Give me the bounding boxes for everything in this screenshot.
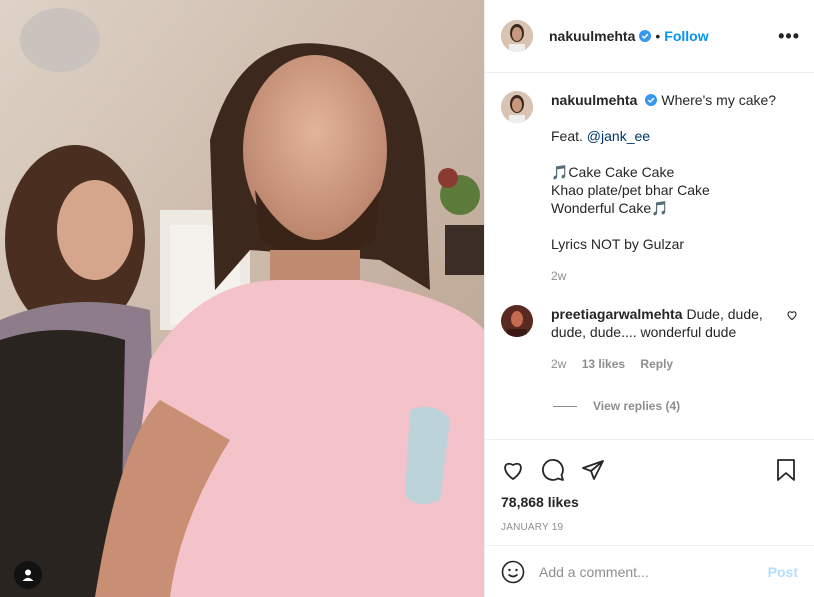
comment-time[interactable]: 2w [551, 357, 566, 371]
post-details-panel: nakuulmehta • Follow ••• nakuulmehta Wher… [484, 0, 814, 597]
caption: nakuulmehta Where's my cake? Feat. @jank_… [501, 91, 798, 285]
likes-count[interactable]: 78,868 likes [501, 494, 798, 510]
action-icons [501, 450, 798, 490]
comment-likes[interactable]: 13 likes [582, 357, 625, 371]
caption-song-line: 🎵Cake Cake Cake [551, 164, 675, 180]
heart-icon[interactable] [501, 458, 525, 482]
caption-username[interactable]: nakuulmehta [551, 92, 637, 108]
comment-input[interactable] [539, 563, 768, 580]
tag-user-button[interactable] [14, 561, 42, 589]
post-actions: 78,868 likes JANUARY 19 [485, 439, 814, 545]
share-icon[interactable] [581, 458, 605, 482]
author-avatar[interactable] [501, 20, 533, 52]
replies-divider [553, 405, 577, 407]
comment-icon[interactable] [541, 458, 565, 482]
comments-section: nakuulmehta Where's my cake? Feat. @jank_… [485, 73, 814, 439]
caption-time[interactable]: 2w [551, 269, 566, 283]
follow-button[interactable]: Follow [664, 28, 708, 44]
verified-icon [645, 94, 658, 106]
separator-dot: • [655, 28, 661, 44]
instagram-post-view: nakuulmehta • Follow ••• nakuulmehta Wher… [0, 0, 814, 597]
comment-item: preetiagarwalmehta Dude, dude, dude, dude… [501, 305, 798, 373]
bookmark-icon[interactable] [774, 458, 798, 482]
reply-button[interactable]: Reply [640, 357, 673, 371]
commenter-avatar[interactable] [501, 305, 533, 337]
mention-link[interactable]: @jank_ee [587, 128, 650, 144]
verified-icon [639, 30, 652, 42]
caption-feat: Feat. @jank_ee [551, 127, 798, 145]
user-tag-icon [22, 569, 34, 581]
selfie-image [0, 0, 484, 597]
caption-avatar[interactable] [501, 91, 533, 123]
comment-body: preetiagarwalmehta Dude, dude, dude, dude… [551, 305, 778, 373]
post-photo[interactable] [0, 0, 484, 597]
author-username[interactable]: nakuulmehta [549, 28, 635, 44]
more-options-button[interactable]: ••• [778, 26, 800, 47]
caption-meta: 2w [551, 267, 798, 285]
post-comment-button[interactable]: Post [768, 564, 798, 580]
post-date[interactable]: JANUARY 19 [501, 522, 798, 545]
caption-feat-prefix: Feat. [551, 128, 587, 144]
view-replies-button[interactable]: View replies (4) [553, 399, 798, 413]
emoji-icon[interactable] [501, 560, 525, 584]
caption-lyrics: Lyrics NOT by Gulzar [551, 236, 685, 252]
view-replies-label: View replies (4) [593, 399, 681, 413]
caption-song-line: Wonderful Cake🎵 [551, 200, 669, 216]
caption-song-line: Khao plate/pet bhar Cake [551, 182, 710, 198]
comment-meta: 2w 13 likes Reply [551, 355, 778, 373]
commenter-username[interactable]: preetiagarwalmehta [551, 306, 683, 322]
add-comment-bar: Post [485, 545, 814, 597]
heart-icon[interactable] [786, 309, 798, 321]
caption-title: Where's my cake? [661, 92, 777, 108]
post-header: nakuulmehta • Follow ••• [485, 0, 814, 73]
caption-body: nakuulmehta Where's my cake? Feat. @jank_… [551, 91, 798, 285]
